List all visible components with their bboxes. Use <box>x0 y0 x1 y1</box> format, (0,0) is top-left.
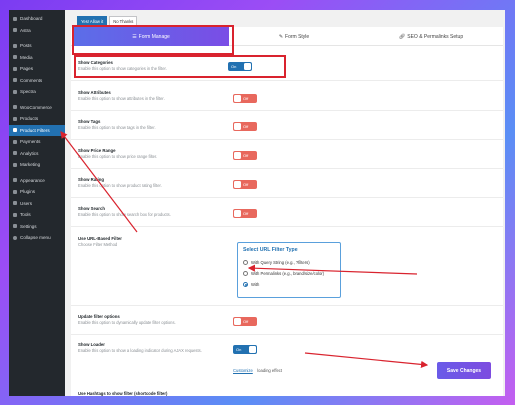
arrow-to-save-button <box>304 352 429 368</box>
wp-admin-window: Dashboard Astra Posts Media Pages Commen… <box>9 10 505 396</box>
arrow-to-product-filters <box>60 131 138 233</box>
annotation-arrows <box>60 131 429 368</box>
arrow-to-hash-option <box>247 264 418 275</box>
